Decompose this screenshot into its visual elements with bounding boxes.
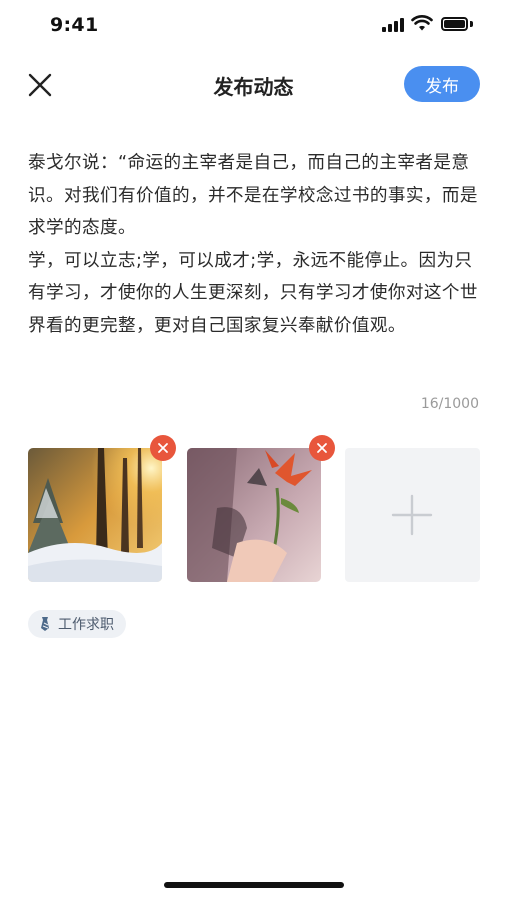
lily-flower-image [187,448,321,582]
tie-icon [41,617,49,631]
home-indicator [164,882,344,888]
add-image-button[interactable] [345,448,480,582]
close-icon [158,443,168,453]
status-bar: 9:41 [0,0,507,50]
nav-bar: 发布动态 发布 [0,55,507,115]
status-time: 9:41 [50,14,99,36]
close-icon [317,443,327,453]
image-thumbnail-snowy-forest[interactable] [28,448,162,582]
battery-tip [470,21,473,27]
remove-image-button-2[interactable] [309,435,335,461]
image-thumbnail-lily-flower[interactable] [187,448,321,582]
remove-image-button-1[interactable] [150,435,176,461]
battery-icon [441,17,468,31]
publish-button[interactable]: 发布 [404,66,480,102]
post-content-textarea[interactable]: 泰戈尔说：“命运的主宰者是自己，而自己的主宰者是意识。对我们有价值的，并不是在学… [28,147,483,342]
char-counter: 16/1000 [420,396,479,412]
plus-icon [391,494,433,536]
wifi-icon [411,15,433,31]
cellular-signal-icon [382,18,404,32]
tag-label: 工作求职 [58,617,114,633]
snowy-forest-image [28,448,162,582]
tag-chip[interactable]: 工作求职 [28,610,126,638]
